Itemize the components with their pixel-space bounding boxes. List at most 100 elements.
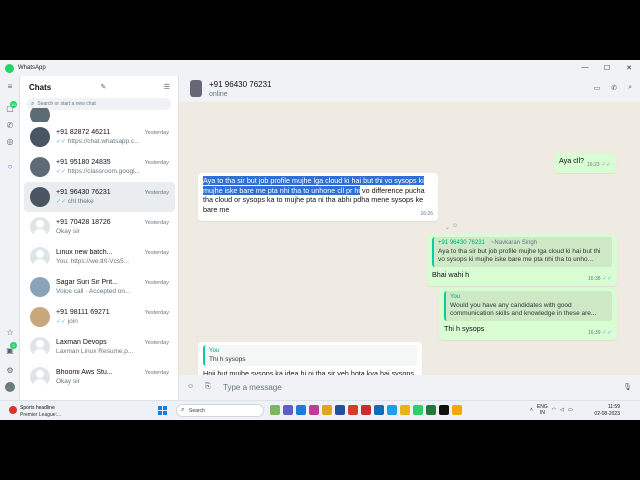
taskbar-app-icon[interactable] bbox=[309, 405, 319, 415]
search-chat-icon[interactable]: ⌕ bbox=[628, 84, 632, 92]
chat-list-item[interactable]: +91 70428 18726 Okay sir Yesterday bbox=[20, 212, 179, 242]
message-text: Thi h sysops bbox=[444, 323, 485, 333]
taskbar-app-icon[interactable] bbox=[400, 405, 410, 415]
tray-chevron-icon[interactable]: ˄ bbox=[530, 407, 533, 413]
read-receipt-icon: ✓✓ bbox=[56, 169, 68, 175]
minimize-button[interactable]: — bbox=[574, 64, 596, 72]
taskbar-app-icon[interactable] bbox=[387, 405, 397, 415]
chat-avatar[interactable] bbox=[30, 127, 50, 147]
archived-badge: 3 bbox=[10, 342, 17, 349]
chat-list-item[interactable]: +91 82872 46211 ✓✓ https://chat.whatsapp.… bbox=[20, 122, 179, 152]
chat-avatar[interactable] bbox=[30, 337, 50, 357]
voice-call-icon[interactable]: ✆ bbox=[611, 84, 617, 92]
battery-icon[interactable]: ▭ bbox=[568, 407, 573, 413]
chat-list-item[interactable]: +91 98111 69271 ✓✓ join Yesterday bbox=[20, 302, 179, 332]
chat-list-item[interactable]: +91 95180 24835 ✓✓ https://classroom.goog… bbox=[20, 152, 179, 182]
wifi-icon[interactable]: ◠ bbox=[552, 407, 556, 413]
chat-avatar[interactable] bbox=[30, 367, 50, 387]
chat-preview: Okay sir bbox=[56, 378, 80, 385]
taskbar-app-icon[interactable] bbox=[413, 405, 423, 415]
taskbar-search[interactable]: ⌕ Search bbox=[176, 404, 264, 417]
news-headline: Sports headline bbox=[20, 405, 55, 411]
outgoing-message[interactable]: You Would you have any candidates with go… bbox=[439, 288, 617, 340]
quoted-message[interactable]: +91 96430 76231 ~Navkaran Singh Aya to tha… bbox=[432, 237, 612, 267]
chat-list-item[interactable]: Laxman Devops Laxman Linux Resume.p... Yes… bbox=[20, 332, 179, 362]
status-icon[interactable]: ◎ bbox=[5, 137, 15, 147]
chat-time: Yesterday bbox=[144, 310, 169, 316]
taskbar-app-icon[interactable] bbox=[283, 405, 293, 415]
taskbar-app-icon[interactable] bbox=[335, 405, 345, 415]
chat-list-item[interactable]: Linux new batch... You: https://we.tl/t-V… bbox=[20, 242, 179, 272]
chat-name: +91 70428 18726 bbox=[56, 219, 111, 226]
emoji-reaction-icon[interactable]: ☺ bbox=[452, 223, 458, 229]
maximize-button[interactable]: ☐ bbox=[596, 64, 618, 72]
close-button[interactable]: ✕ bbox=[618, 64, 640, 72]
meta-ai-icon[interactable]: ○ bbox=[5, 162, 15, 172]
read-receipt-icon: ✓✓ bbox=[600, 162, 611, 168]
chat-list-item[interactable]: Sagar Suri Sir Prit... Voice call · Accep… bbox=[20, 272, 179, 302]
chat-name: Bhoomi Aws Stu... bbox=[56, 369, 113, 376]
volume-icon[interactable]: ◁ bbox=[560, 407, 564, 413]
taskbar-app-icon[interactable] bbox=[348, 405, 358, 415]
attach-icon[interactable]: ⎘ bbox=[205, 383, 211, 391]
chat-avatar[interactable] bbox=[30, 307, 50, 327]
taskbar-app-icon[interactable] bbox=[374, 405, 384, 415]
chat-list-item[interactable] bbox=[20, 108, 179, 122]
chat-avatar[interactable] bbox=[30, 157, 50, 177]
taskbar-clock[interactable]: 11:59 02-08-2023 bbox=[592, 404, 620, 418]
windows-taskbar: Sports headline Premier League:... ⌕ Sea… bbox=[0, 400, 640, 420]
taskbar-app-icon[interactable] bbox=[439, 405, 449, 415]
chat-time: Yesterday bbox=[144, 370, 169, 376]
message-input[interactable]: Type a message bbox=[223, 383, 282, 392]
contact-status: online bbox=[209, 91, 228, 98]
chat-avatar[interactable] bbox=[30, 108, 50, 122]
menu-icon[interactable]: ≡ bbox=[5, 82, 15, 92]
chat-preview: ✓✓ chl theke bbox=[56, 198, 94, 205]
quote-author: You bbox=[450, 294, 461, 300]
settings-gear-icon[interactable]: ⚙ bbox=[5, 366, 15, 376]
taskbar-search-icon: ⌕ bbox=[181, 407, 185, 413]
start-button[interactable] bbox=[158, 406, 167, 415]
video-call-icon[interactable]: ▭ bbox=[594, 84, 601, 92]
new-chat-icon[interactable]: ✎ bbox=[101, 83, 107, 91]
chat-name: +91 96430 76231 bbox=[56, 189, 111, 196]
outgoing-message[interactable]: Aya cll? 16:23 ✓✓ bbox=[554, 153, 616, 173]
outgoing-message[interactable]: +91 96430 76231 ~Navkaran Singh Aya to tha… bbox=[427, 234, 617, 286]
taskbar-app-icon[interactable] bbox=[296, 405, 306, 415]
microphone-icon[interactable]: 🎙 bbox=[623, 383, 632, 391]
incoming-message[interactable]: You Thi h sysops Hnji but mujhe sysops ka … bbox=[198, 342, 422, 375]
filter-icon[interactable]: ☰ bbox=[164, 83, 170, 91]
contact-avatar[interactable] bbox=[190, 80, 202, 97]
chat-time: Yesterday bbox=[144, 280, 169, 286]
quoted-message[interactable]: You Thi h sysops bbox=[203, 345, 417, 366]
read-receipt-icon: ✓✓ bbox=[601, 275, 612, 282]
chat-avatar[interactable] bbox=[30, 247, 50, 267]
quoted-message[interactable]: You Would you have any candidates with go… bbox=[444, 291, 612, 321]
taskbar-app-icon[interactable] bbox=[361, 405, 371, 415]
profile-avatar[interactable] bbox=[5, 382, 15, 392]
chats-unread-badge: 10 bbox=[10, 101, 17, 108]
incoming-message[interactable]: Aya to tha sir but job profile mujhe lga… bbox=[198, 173, 438, 221]
window-controls: — ☐ ✕ bbox=[574, 64, 640, 72]
taskbar-app-icon[interactable] bbox=[426, 405, 436, 415]
chat-list-item-selected[interactable]: +91 96430 76231 ✓✓ chl theke Yesterday bbox=[24, 182, 175, 212]
message-menu-chevron-icon[interactable]: ⌄ bbox=[445, 224, 450, 231]
chat-name: Sagar Suri Sir Prit... bbox=[56, 279, 118, 286]
language-indicator[interactable]: ENG IN bbox=[537, 404, 548, 416]
conversation-header[interactable]: +91 96430 76231 online ▭ ✆ ⌕ bbox=[179, 76, 640, 102]
chat-avatar[interactable] bbox=[30, 187, 50, 207]
chat-avatar[interactable] bbox=[30, 277, 50, 297]
whatsapp-window: WhatsApp — ☐ ✕ ≡ ▢ 10 ✆ ◎ ○ ☆ ▣ 3 ⚙ Chat… bbox=[0, 60, 640, 420]
clock-time: 11:59 bbox=[607, 404, 620, 410]
chat-avatar[interactable] bbox=[30, 217, 50, 237]
taskbar-app-icon[interactable] bbox=[322, 405, 332, 415]
message-list[interactable]: ⌄ ☺ Aya cll? 16:23 ✓✓ Aya to tha sir but j… bbox=[179, 102, 640, 375]
taskbar-app-icon[interactable] bbox=[452, 405, 462, 415]
chat-list-item[interactable]: Bhoomi Aws Stu... Okay sir Yesterday bbox=[20, 362, 179, 392]
clock-date: 02-08-2023 bbox=[594, 411, 620, 417]
taskbar-app-icon[interactable] bbox=[270, 405, 280, 415]
emoji-icon[interactable]: ☺ bbox=[187, 383, 194, 390]
starred-icon[interactable]: ☆ bbox=[5, 328, 15, 338]
message-time: 16:39 ✓✓ bbox=[588, 329, 612, 336]
calls-icon[interactable]: ✆ bbox=[5, 121, 15, 131]
